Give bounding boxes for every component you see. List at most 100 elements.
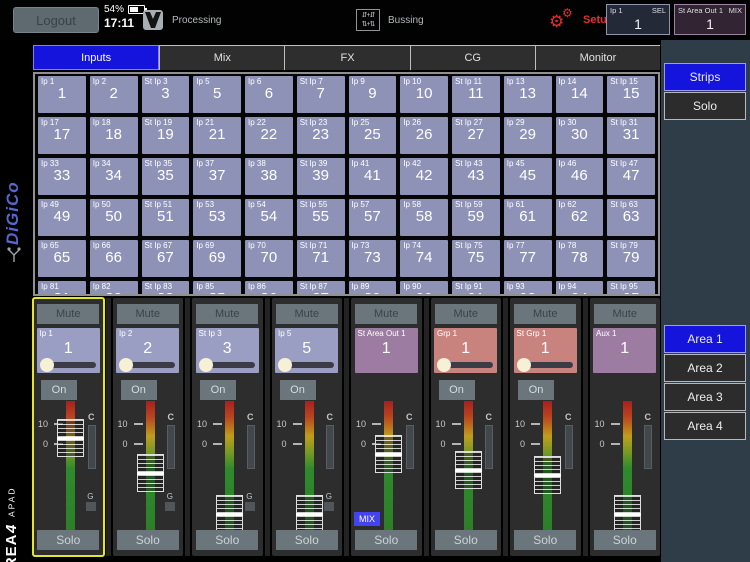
pan-knob[interactable] <box>278 358 292 372</box>
channel-select-button[interactable]: Ip 21 21 <box>193 117 241 154</box>
pan-knob[interactable] <box>119 358 133 372</box>
channel-select-button[interactable]: St Ip 7 7 <box>297 76 345 113</box>
channel-select-button[interactable]: St Ip 87 87 <box>297 281 345 296</box>
area-button-3[interactable]: Area 3 <box>664 383 746 411</box>
channel-select-button[interactable]: Ip 73 73 <box>349 240 397 277</box>
mute-button[interactable]: Mute <box>435 304 497 324</box>
pan-slider[interactable] <box>200 362 255 368</box>
processing-indicator[interactable]: Processing <box>142 9 221 31</box>
channel-select-button[interactable]: Ip 93 93 <box>504 281 552 296</box>
channel-select-button[interactable]: St Ip 27 27 <box>452 117 500 154</box>
on-button[interactable]: On <box>121 380 157 400</box>
solo-button[interactable]: Solo <box>276 530 338 550</box>
channel-select-button[interactable]: Ip 34 34 <box>90 158 138 195</box>
channel-select-button[interactable]: Ip 82 82 <box>90 281 138 296</box>
gang-indicator[interactable] <box>165 502 175 511</box>
on-button[interactable]: On <box>41 380 77 400</box>
fader-cap[interactable] <box>614 495 641 533</box>
channel-select-button[interactable]: Ip 2 2 <box>90 76 138 113</box>
channel-select-button[interactable]: St Ip 3 3 <box>142 76 190 113</box>
tab-mix[interactable]: Mix <box>159 45 284 70</box>
channel-select-button[interactable]: Ip 85 85 <box>193 281 241 296</box>
channel-select-button[interactable]: Ip 53 53 <box>193 199 241 236</box>
channel-select-button[interactable]: Ip 13 13 <box>504 76 552 113</box>
channel-select-button[interactable]: Ip 14 14 <box>556 76 604 113</box>
channel-select-button[interactable]: Ip 1 1 <box>38 76 86 113</box>
mute-button[interactable]: Mute <box>196 304 258 324</box>
channel-label-box[interactable]: St Grp 1 1 <box>514 328 577 373</box>
solo-button[interactable]: Solo <box>355 530 417 550</box>
channel-select-button[interactable]: Ip 50 50 <box>90 199 138 236</box>
channel-select-button[interactable]: Ip 46 46 <box>556 158 604 195</box>
channel-select-button[interactable]: St Ip 11 11 <box>452 76 500 113</box>
fader-cap[interactable] <box>296 495 323 533</box>
channel-select-button[interactable]: Ip 62 62 <box>556 199 604 236</box>
channel-label-box[interactable]: St Area Out 1 1 <box>355 328 418 373</box>
channel-select-button[interactable]: Ip 42 42 <box>400 158 448 195</box>
area-button-2[interactable]: Area 2 <box>664 354 746 382</box>
channel-select-button[interactable]: St Ip 75 75 <box>452 240 500 277</box>
channel-select-button[interactable]: Ip 29 29 <box>504 117 552 154</box>
channel-select-button[interactable]: Ip 45 45 <box>504 158 552 195</box>
channel-select-button[interactable]: St Ip 43 43 <box>452 158 500 195</box>
channel-select-button[interactable]: St Ip 51 51 <box>142 199 190 236</box>
gang-indicator[interactable] <box>324 502 334 511</box>
tab-fx[interactable]: FX <box>284 45 409 70</box>
pan-knob[interactable] <box>517 358 531 372</box>
channel-select-button[interactable]: St Ip 91 91 <box>452 281 500 296</box>
mute-button[interactable]: Mute <box>117 304 179 324</box>
channel-select-button[interactable]: St Ip 67 67 <box>142 240 190 277</box>
channel-select-button[interactable]: Ip 65 65 <box>38 240 86 277</box>
solo-button[interactable]: Solo <box>594 530 656 550</box>
solo-button[interactable]: Solo <box>37 530 99 550</box>
channel-select-button[interactable]: St Ip 95 95 <box>607 281 655 296</box>
channel-select-button[interactable]: St Ip 79 79 <box>607 240 655 277</box>
channel-select-button[interactable]: St Ip 59 59 <box>452 199 500 236</box>
channel-label-box[interactable]: Ip 1 1 <box>37 328 100 373</box>
channel-select-button[interactable]: Ip 77 77 <box>504 240 552 277</box>
bussing-indicator[interactable]: ⇵+⇵⇅+⇅ Bussing <box>356 9 424 31</box>
channel-select-button[interactable]: Ip 6 6 <box>245 76 293 113</box>
pan-slider[interactable] <box>120 362 175 368</box>
channel-select-button[interactable]: Ip 58 58 <box>400 199 448 236</box>
channel-label-box[interactable]: Grp 1 1 <box>434 328 497 373</box>
pan-slider[interactable] <box>438 362 493 368</box>
tab-inputs[interactable]: Inputs <box>33 45 159 70</box>
view-button-solo[interactable]: Solo <box>664 92 746 120</box>
channel-select-button[interactable]: Ip 70 70 <box>245 240 293 277</box>
view-button-strips[interactable]: Strips <box>664 63 746 91</box>
mute-button[interactable]: Mute <box>276 304 338 324</box>
fader-cap[interactable] <box>216 495 243 533</box>
on-button[interactable]: On <box>518 380 554 400</box>
channel-select-button[interactable]: Ip 89 89 <box>349 281 397 296</box>
channel-select-button[interactable]: Ip 54 54 <box>245 199 293 236</box>
channel-select-button[interactable]: Ip 17 17 <box>38 117 86 154</box>
channel-select-button[interactable]: Ip 57 57 <box>349 199 397 236</box>
channel-select-button[interactable]: Ip 30 30 <box>556 117 604 154</box>
setup-button[interactable]: ⚙⚙ Setup <box>549 8 614 32</box>
channel-select-button[interactable]: Ip 26 26 <box>400 117 448 154</box>
channel-select-button[interactable]: Ip 18 18 <box>90 117 138 154</box>
channel-select-button[interactable]: St Ip 19 19 <box>142 117 190 154</box>
solo-button[interactable]: Solo <box>435 530 497 550</box>
channel-select-button[interactable]: St Ip 71 71 <box>297 240 345 277</box>
fader-cap[interactable] <box>57 419 84 457</box>
logout-button[interactable]: Logout <box>13 7 99 33</box>
channel-label-box[interactable]: Aux 1 1 <box>593 328 656 373</box>
tab-monitor[interactable]: Monitor <box>535 45 660 70</box>
pan-slider[interactable] <box>518 362 573 368</box>
mix-master-display[interactable]: St Area Out 1 MIX 1 <box>674 4 746 35</box>
channel-select-button[interactable]: Ip 9 9 <box>349 76 397 113</box>
channel-select-button[interactable]: Ip 61 61 <box>504 199 552 236</box>
channel-select-button[interactable]: St Ip 83 83 <box>142 281 190 296</box>
mute-button[interactable]: Mute <box>37 304 99 324</box>
channel-select-button[interactable]: Ip 38 38 <box>245 158 293 195</box>
on-button[interactable]: On <box>439 380 475 400</box>
channel-select-button[interactable]: Ip 78 78 <box>556 240 604 277</box>
fader-cap[interactable] <box>375 435 402 473</box>
channel-select-button[interactable]: St Ip 55 55 <box>297 199 345 236</box>
channel-select-button[interactable]: Ip 94 94 <box>556 281 604 296</box>
channel-select-button[interactable]: Ip 25 25 <box>349 117 397 154</box>
channel-select-button[interactable]: St Ip 39 39 <box>297 158 345 195</box>
fader-cap[interactable] <box>137 454 164 492</box>
